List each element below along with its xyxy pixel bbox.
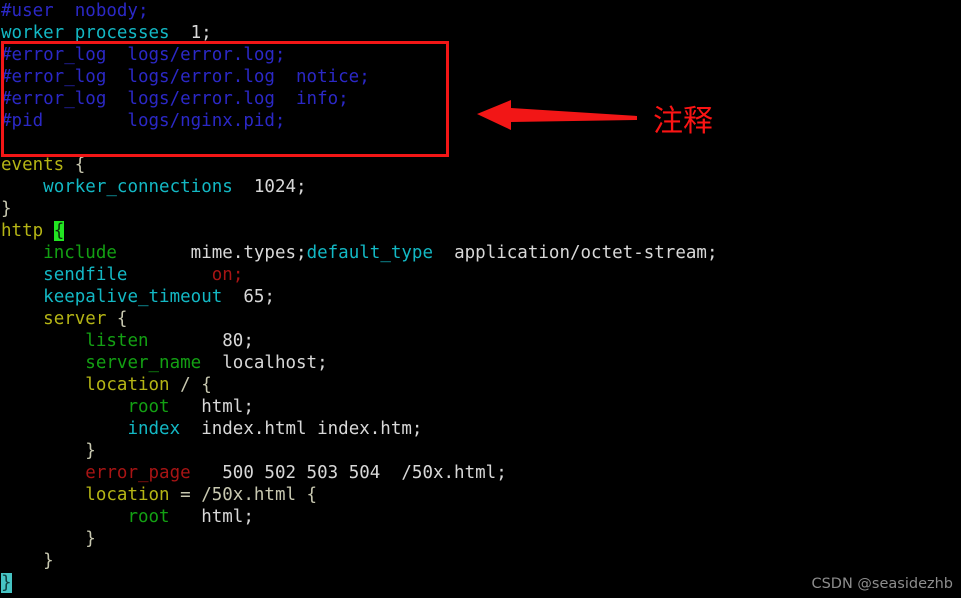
code-token: application/octet-stream; <box>433 243 718 263</box>
code-token: 500 502 503 504 /50x.html; <box>190 463 507 483</box>
code-token: sendfile <box>43 265 128 285</box>
code-line[interactable]: worker_processes 1; <box>0 22 961 44</box>
code-line[interactable]: listen 80; <box>0 330 961 352</box>
code-token: worker_processes <box>1 23 170 43</box>
code-line[interactable]: #error_log logs/error.log; <box>0 44 961 66</box>
code-line[interactable]: index index.html index.htm; <box>0 418 961 440</box>
code-line[interactable]: include mime.types;default_type applicat… <box>0 242 961 264</box>
text-cursor: { <box>53 221 65 241</box>
code-line[interactable]: worker_connections 1024; <box>0 176 961 198</box>
watermark-text: CSDN @seasidezhb <box>811 576 953 592</box>
code-line[interactable]: events { <box>0 154 961 176</box>
code-token: root <box>127 397 170 417</box>
code-token: keepalive_timeout <box>43 287 223 307</box>
code-token: mime.types; <box>116 243 307 263</box>
code-token: html; <box>169 507 254 527</box>
code-token: #error_log logs/error.log notice; <box>1 67 370 87</box>
code-token: on; <box>211 265 244 285</box>
code-token: location <box>85 485 170 505</box>
code-token: default_type <box>306 243 434 263</box>
code-line[interactable]: http { <box>0 220 961 242</box>
code-line[interactable]: error_page 500 502 503 504 /50x.html; <box>0 462 961 484</box>
code-token: 65; <box>222 287 275 307</box>
code-token: html; <box>169 397 254 417</box>
code-token: location <box>85 375 170 395</box>
annotation-label: 注释 <box>653 104 713 139</box>
code-token: = /50x.html { <box>169 485 318 505</box>
code-line[interactable]: server_name localhost; <box>0 352 961 374</box>
code-token: / { <box>169 375 212 395</box>
code-token: root <box>127 507 170 527</box>
terminal-window[interactable]: #user nobody; worker_processes 1; #error_l… <box>0 0 961 598</box>
code-token: index.html index.htm; <box>180 419 423 439</box>
code-token: } <box>1 441 96 461</box>
code-token: { <box>64 155 86 175</box>
code-line[interactable]: } <box>0 198 961 220</box>
code-token: listen <box>85 331 149 351</box>
code-line[interactable]: } <box>0 550 961 572</box>
code-token: 1024; <box>232 177 307 197</box>
annotation-arrow-icon <box>477 100 637 130</box>
code-line[interactable]: } <box>0 528 961 550</box>
code-token: error_page <box>85 463 191 483</box>
code-token: 1; <box>169 23 212 43</box>
code-token: #error_log logs/error.log; <box>1 45 286 65</box>
code-line[interactable]: root html; <box>0 506 961 528</box>
code-line[interactable]: } <box>0 440 961 462</box>
code-token: #error_log logs/error.log info; <box>1 89 349 109</box>
code-token: { <box>106 309 128 329</box>
code-token: #user nobody; <box>1 1 149 21</box>
code-line[interactable]: keepalive_timeout 65; <box>0 286 961 308</box>
text-cursor: } <box>1 573 12 593</box>
code-token: index <box>127 419 181 439</box>
code-token: #pid logs/nginx.pid; <box>1 111 286 131</box>
code-token: 80; <box>148 331 254 351</box>
code-line[interactable]: server { <box>0 308 961 330</box>
code-line[interactable]: root html; <box>0 396 961 418</box>
code-token: } <box>1 551 54 571</box>
code-token: } <box>1 529 96 549</box>
code-token: http <box>1 221 44 241</box>
code-line[interactable] <box>0 132 961 154</box>
code-line[interactable]: #error_log logs/error.log notice; <box>0 66 961 88</box>
code-line[interactable]: sendfile on; <box>0 264 961 286</box>
code-line[interactable]: location / { <box>0 374 961 396</box>
code-token: worker_connections <box>43 177 233 197</box>
code-token: events <box>1 155 65 175</box>
code-editor-area[interactable]: #user nobody; worker_processes 1; #error_l… <box>0 0 961 594</box>
code-token: localhost; <box>201 353 328 373</box>
code-token: server <box>43 309 107 329</box>
code-line[interactable]: location = /50x.html { <box>0 484 961 506</box>
code-line[interactable]: #user nobody; <box>0 0 961 22</box>
code-token: include <box>43 243 117 263</box>
code-token: server_name <box>85 353 202 373</box>
code-token: } <box>1 199 12 219</box>
